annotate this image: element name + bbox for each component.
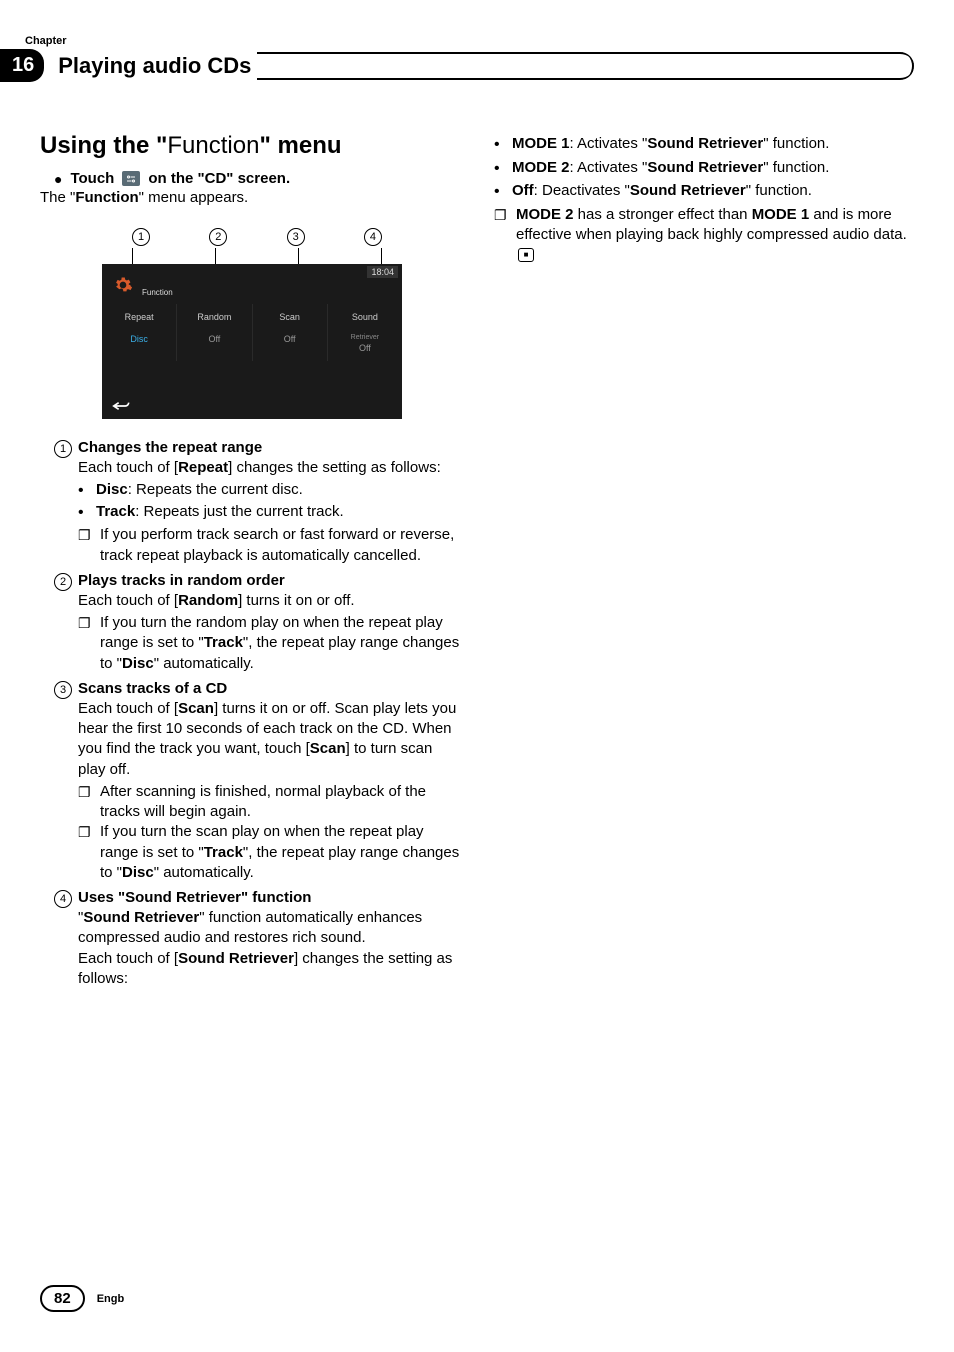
gear-icon <box>108 270 138 300</box>
item-4: 4 Uses "Sound Retriever" function "Sound… <box>54 889 460 989</box>
clock-time: 18:04 <box>367 266 398 278</box>
screenshot-block: 1 2 3 4 Function 18:04 Repeat Disc <box>102 228 460 419</box>
list-item: If you turn the random play on when the … <box>78 613 460 674</box>
callout-2: 2 <box>209 228 227 246</box>
list-item: Disc: Repeats the current disc. <box>78 480 460 502</box>
appears-prefix: The " <box>40 189 75 206</box>
list-item: MODE 1: Activates "Sound Retriever" func… <box>494 134 914 156</box>
list-item: MODE 2: Activates "Sound Retriever" func… <box>494 158 914 180</box>
item-3-num: 3 <box>54 680 78 885</box>
fn-title-repeat: Repeat <box>104 312 174 322</box>
fn-col-random: Random Off <box>177 304 252 361</box>
item-1-boxes: If you perform track search or fast forw… <box>78 525 460 566</box>
item-2-boxes: If you turn the random play on when the … <box>78 613 460 674</box>
appears-word: Function <box>75 189 138 206</box>
item-2-body: Each touch of [Random] turns it on or of… <box>78 591 460 611</box>
fn-sublabel-retriever: Retriever <box>330 334 400 341</box>
item-3-body: Each touch of [Scan] turns it on or off.… <box>78 699 460 780</box>
item-4-body-2: Each touch of [Sound Retriever] changes … <box>78 949 460 990</box>
function-label: Function <box>142 288 173 297</box>
page-number: 82 <box>40 1285 85 1312</box>
function-grid: Repeat Disc Random Off Scan Off Sound Re… <box>102 304 402 361</box>
fn-val-random: Off <box>179 334 249 344</box>
appears-line: The "Function" menu appears. <box>40 189 460 206</box>
col2-boxes: MODE 2 has a stronger effect than MODE 1… <box>494 205 914 266</box>
callout-1: 1 <box>132 228 150 246</box>
list-item: Off: Deactivates "Sound Retriever" funct… <box>494 181 914 203</box>
item-4-num: 4 <box>54 889 78 989</box>
item-1-body: Each touch of [Repeat] changes the setti… <box>78 458 460 478</box>
column-left: Using the "Function" menu ● Touch on the… <box>40 132 460 989</box>
footer: 82 Engb <box>40 1285 124 1312</box>
item-1-num: 1 <box>54 439 78 568</box>
callout-4: 4 <box>364 228 382 246</box>
callout-lines <box>102 248 402 264</box>
appears-suffix: " menu appears. <box>139 189 249 206</box>
item-1-dots: Disc: Repeats the current disc. Track: R… <box>78 480 460 523</box>
header-bar: 16 Playing audio CDs <box>40 49 914 82</box>
item-3-boxes: After scanning is finished, normal playb… <box>78 782 460 883</box>
item-3: 3 Scans tracks of a CD Each touch of [Sc… <box>54 680 460 885</box>
list-item: MODE 2 has a stronger effect than MODE 1… <box>494 205 914 266</box>
column-right: MODE 1: Activates "Sound Retriever" func… <box>494 132 914 989</box>
item-2: 2 Plays tracks in random order Each touc… <box>54 572 460 676</box>
chapter-number-badge: 16 <box>0 49 44 82</box>
item-4-body-1: "Sound Retriever" function automatically… <box>78 908 460 949</box>
chapter-label: Chapter <box>25 35 914 47</box>
callout-3: 3 <box>287 228 305 246</box>
bullet-icon: ● <box>54 171 62 187</box>
fn-title-sound: Sound <box>330 312 400 322</box>
end-section-icon: ■ <box>518 248 534 262</box>
touch-instruction: ● Touch on the "CD" screen. <box>54 170 460 187</box>
language-label: Engb <box>97 1293 125 1305</box>
fn-title-random: Random <box>179 312 249 322</box>
header-rule <box>257 52 914 80</box>
touch-suffix: on the "CD" screen. <box>148 170 290 187</box>
fn-col-sound-retriever: Sound Retriever Off <box>328 304 402 361</box>
fn-val-sound: Off <box>330 343 400 353</box>
item-3-heading: Scans tracks of a CD <box>78 680 460 697</box>
item-2-heading: Plays tracks in random order <box>78 572 460 589</box>
list-item: After scanning is finished, normal playb… <box>78 782 460 823</box>
item-1-heading: Changes the repeat range <box>78 439 460 456</box>
fn-val-scan: Off <box>255 334 325 344</box>
item-2-num: 2 <box>54 572 78 676</box>
app-screenshot: Function 18:04 Repeat Disc Random Off Sc… <box>102 264 402 419</box>
fn-val-repeat: Disc <box>104 334 174 344</box>
col2-dots: MODE 1: Activates "Sound Retriever" func… <box>494 134 914 203</box>
back-icon <box>108 397 136 415</box>
section-title-prefix: Using the " <box>40 132 167 159</box>
list-item: If you perform track search or fast forw… <box>78 525 460 566</box>
fn-col-scan: Scan Off <box>253 304 328 361</box>
section-title-word: Function <box>167 132 259 159</box>
section-title-suffix: " menu <box>259 132 341 159</box>
fn-col-repeat: Repeat Disc <box>102 304 177 361</box>
fn-title-scan: Scan <box>255 312 325 322</box>
list-item: Track: Repeats just the current track. <box>78 502 460 524</box>
section-title: Using the "Function" menu <box>40 132 460 160</box>
callout-row: 1 2 3 4 <box>102 228 402 246</box>
chapter-title: Playing audio CDs <box>58 53 251 79</box>
list-item: If you turn the scan play on when the re… <box>78 822 460 883</box>
touch-prefix: Touch <box>70 170 114 187</box>
item-1: 1 Changes the repeat range Each touch of… <box>54 439 460 568</box>
item-4-heading: Uses "Sound Retriever" function <box>78 889 460 906</box>
settings-icon <box>122 171 140 186</box>
